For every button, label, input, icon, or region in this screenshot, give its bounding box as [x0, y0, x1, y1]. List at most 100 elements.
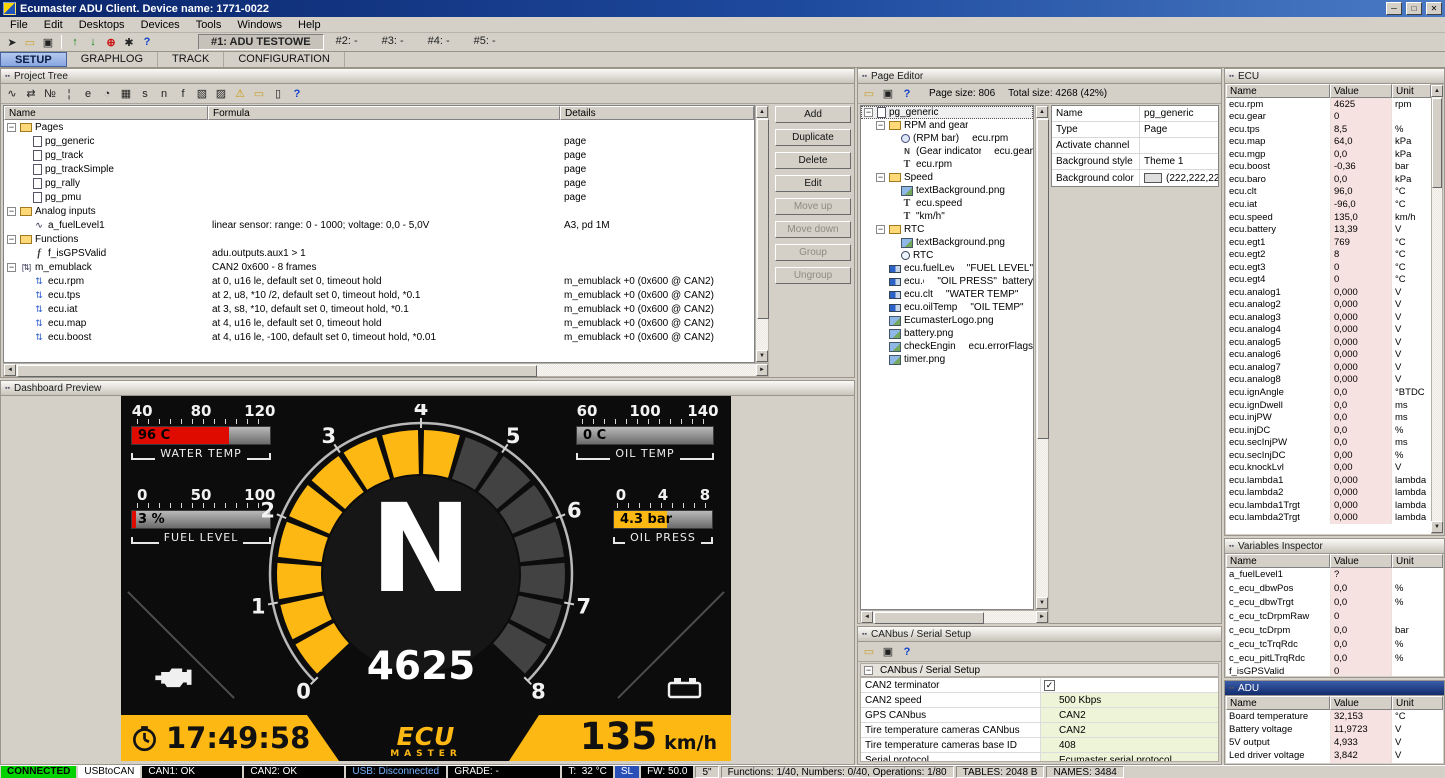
analog-input-icon[interactable]: ∿: [3, 86, 21, 102]
channel-row[interactable]: ecu.clt 96,0 °C: [1226, 186, 1431, 199]
column-header-unit[interactable]: Unit: [1392, 696, 1443, 710]
channel-row[interactable]: ecu.lambda1Trgt 0,000 lambda: [1226, 499, 1431, 512]
column-header-value[interactable]: Value: [1330, 84, 1392, 98]
project-tree-row[interactable]: − f_isGPSValid adu.outputs.aux1 > 1: [4, 246, 754, 260]
channel-row[interactable]: ecu.lambda2Trgt 0,000 lambda: [1226, 512, 1431, 525]
adu-row[interactable]: Light sensor: [1226, 762, 1443, 763]
column-header-value[interactable]: Value: [1330, 554, 1392, 568]
enclosure-icon[interactable]: e: [79, 86, 97, 102]
scroll-down-icon[interactable]: ▼: [756, 350, 768, 362]
record-icon[interactable]: ⊕: [102, 34, 120, 50]
menu-item[interactable]: Desktops: [71, 18, 133, 32]
channel-row[interactable]: ecu.analog2 0,000 V: [1226, 299, 1431, 312]
channel-row[interactable]: ecu.injPW 0,0 ms: [1226, 411, 1431, 424]
channel-row[interactable]: ecu.lambda2 0,000 lambda: [1226, 486, 1431, 499]
channel-row[interactable]: ecu.analog5 0,000 V: [1226, 336, 1431, 349]
setting-value[interactable]: 408: [1041, 738, 1218, 752]
scrollbar-thumb[interactable]: [1037, 119, 1049, 439]
device-tab[interactable]: #1: ADU TESTOWE: [198, 34, 324, 50]
main-tab[interactable]: CONFIGURATION: [224, 52, 344, 67]
property-value[interactable]: Page: [1140, 124, 1218, 135]
column-header-details[interactable]: Details: [560, 106, 754, 120]
variable-row[interactable]: c_ecu_tcDrpmRaw 0: [1226, 610, 1443, 624]
device-tab[interactable]: #2: -: [324, 34, 370, 50]
expand-box[interactable]: −: [876, 173, 885, 182]
channel-row[interactable]: ecu.ignAngle 0,0 °BTDC: [1226, 386, 1431, 399]
expand-box[interactable]: −: [864, 108, 873, 117]
download-icon[interactable]: ↓: [84, 34, 102, 50]
scrollbar-thumb[interactable]: [1432, 98, 1442, 188]
scroll-down-icon[interactable]: ▼: [1431, 521, 1443, 533]
expand-box[interactable]: −: [7, 263, 16, 272]
property-value[interactable]: Theme 1: [1140, 156, 1218, 167]
project-tree-row[interactable]: − pg_track page: [4, 148, 754, 162]
channel-row[interactable]: ecu.egt3 0 °C: [1226, 261, 1431, 274]
channel-row[interactable]: ecu.lambda1 0,000 lambda: [1226, 474, 1431, 487]
variable-row[interactable]: c_ecu_tcTrqRdc 0,0 %: [1226, 637, 1443, 651]
channel-row[interactable]: ecu.secInjPW 0,0 ms: [1226, 436, 1431, 449]
project-tree-row[interactable]: − ecu.tps at 2, u8, *10 /2, default set …: [4, 288, 754, 302]
page-tree-row[interactable]: − checkEngine.png ecu.errorFlags: [861, 340, 1033, 353]
adu-row[interactable]: Board temperature 32,153 °C: [1226, 710, 1443, 723]
device-tab[interactable]: #3: -: [370, 34, 416, 50]
scrollbar-thumb[interactable]: [874, 612, 984, 624]
setting-value[interactable]: CAN2: [1041, 723, 1218, 737]
main-tab[interactable]: GRAPHLOG: [67, 52, 158, 67]
scrollbar-thumb[interactable]: [757, 119, 769, 319]
channel-row[interactable]: ecu.gear 0: [1226, 111, 1431, 124]
project-tree-row[interactable]: − ecu.iat at 3, s8, *10, default set 0, …: [4, 302, 754, 316]
function-icon[interactable]: f: [174, 86, 192, 102]
project-tree-row[interactable]: − Pages: [4, 120, 754, 134]
enum-icon[interactable]: ¦: [60, 86, 78, 102]
channel-row[interactable]: ecu.analog1 0,000 V: [1226, 286, 1431, 299]
scroll-up-icon[interactable]: ▲: [1036, 106, 1048, 118]
setting-value[interactable]: [1041, 678, 1218, 692]
close-button[interactable]: ✕: [1426, 2, 1442, 15]
open-file-icon[interactable]: ▭: [21, 34, 39, 50]
page-tree-row[interactable]: − ecu.rpm: [861, 158, 1033, 171]
save-icon[interactable]: ▣: [39, 34, 57, 50]
page-tree-row[interactable]: − RTC: [861, 223, 1033, 236]
table-icon[interactable]: ▦: [117, 86, 135, 102]
channel-row[interactable]: ecu.rpm 4625 rpm: [1226, 98, 1431, 111]
expand-box[interactable]: −: [876, 121, 885, 130]
variable-row[interactable]: c_ecu_dbwTrgt 0,0 %: [1226, 596, 1443, 610]
project-tree-row[interactable]: − pg_pmu page: [4, 190, 754, 204]
column-header-unit[interactable]: Unit: [1392, 84, 1431, 98]
project-tree-row[interactable]: − pg_trackSimple page: [4, 162, 754, 176]
tree-action-button[interactable]: Group: [775, 244, 851, 261]
vertical-scrollbar[interactable]: ▲ ▼: [1035, 105, 1049, 610]
channel-row[interactable]: ecu.knockLvl 0,00 V: [1226, 461, 1431, 474]
page-tree-row[interactable]: − timer.png: [861, 353, 1033, 366]
tree-action-button[interactable]: Duplicate: [775, 129, 851, 146]
column-header-name[interactable]: Name: [1226, 84, 1330, 98]
channel-row[interactable]: ecu.analog7 0,000 V: [1226, 361, 1431, 374]
open-icon[interactable]: ▭: [860, 86, 878, 102]
page-tree-row[interactable]: − ecu.clt "WATER TEMP": [861, 288, 1033, 301]
vertical-scrollbar[interactable]: ▲ ▼: [755, 105, 769, 363]
minimize-button[interactable]: ─: [1386, 2, 1402, 15]
channel-row[interactable]: ecu.egt2 8 °C: [1226, 248, 1431, 261]
scroll-down-icon[interactable]: ▼: [1036, 597, 1048, 609]
project-tree-row[interactable]: − ecu.rpm at 0, u16 le, default set 0, t…: [4, 274, 754, 288]
menu-item[interactable]: Windows: [229, 18, 290, 32]
tree-action-button[interactable]: Edit: [775, 175, 851, 192]
device-tab[interactable]: #4: -: [416, 34, 462, 50]
channel-row[interactable]: ecu.boost -0,36 bar: [1226, 161, 1431, 174]
project-tree-row[interactable]: − Analog inputs: [4, 204, 754, 218]
channel-row[interactable]: ecu.baro 0,0 kPa: [1226, 173, 1431, 186]
channel-row[interactable]: ecu.speed 135,0 km/h: [1226, 211, 1431, 224]
channel-row[interactable]: ecu.iat -96,0 °C: [1226, 198, 1431, 211]
add-page-icon[interactable]: ▯: [269, 86, 287, 102]
project-tree-row[interactable]: − ecu.map at 4, u16 le, default set 0, t…: [4, 316, 754, 330]
column-header-name[interactable]: Name: [1226, 696, 1330, 710]
column-header-formula[interactable]: Formula: [208, 106, 560, 120]
page-tree-row[interactable]: − ecu.speed: [861, 197, 1033, 210]
column-header-unit[interactable]: Unit: [1392, 554, 1443, 568]
switch-icon[interactable]: ⇄: [22, 86, 40, 102]
page-tree-row[interactable]: − battery.png: [861, 327, 1033, 340]
variable-row[interactable]: f_isGPSValid 0: [1226, 665, 1443, 676]
page-tree-row[interactable]: − pg_generic: [861, 106, 1033, 119]
page-tree-row[interactable]: − textBackground.png: [861, 184, 1033, 197]
page-tree-row[interactable]: − RPM and gear: [861, 119, 1033, 132]
